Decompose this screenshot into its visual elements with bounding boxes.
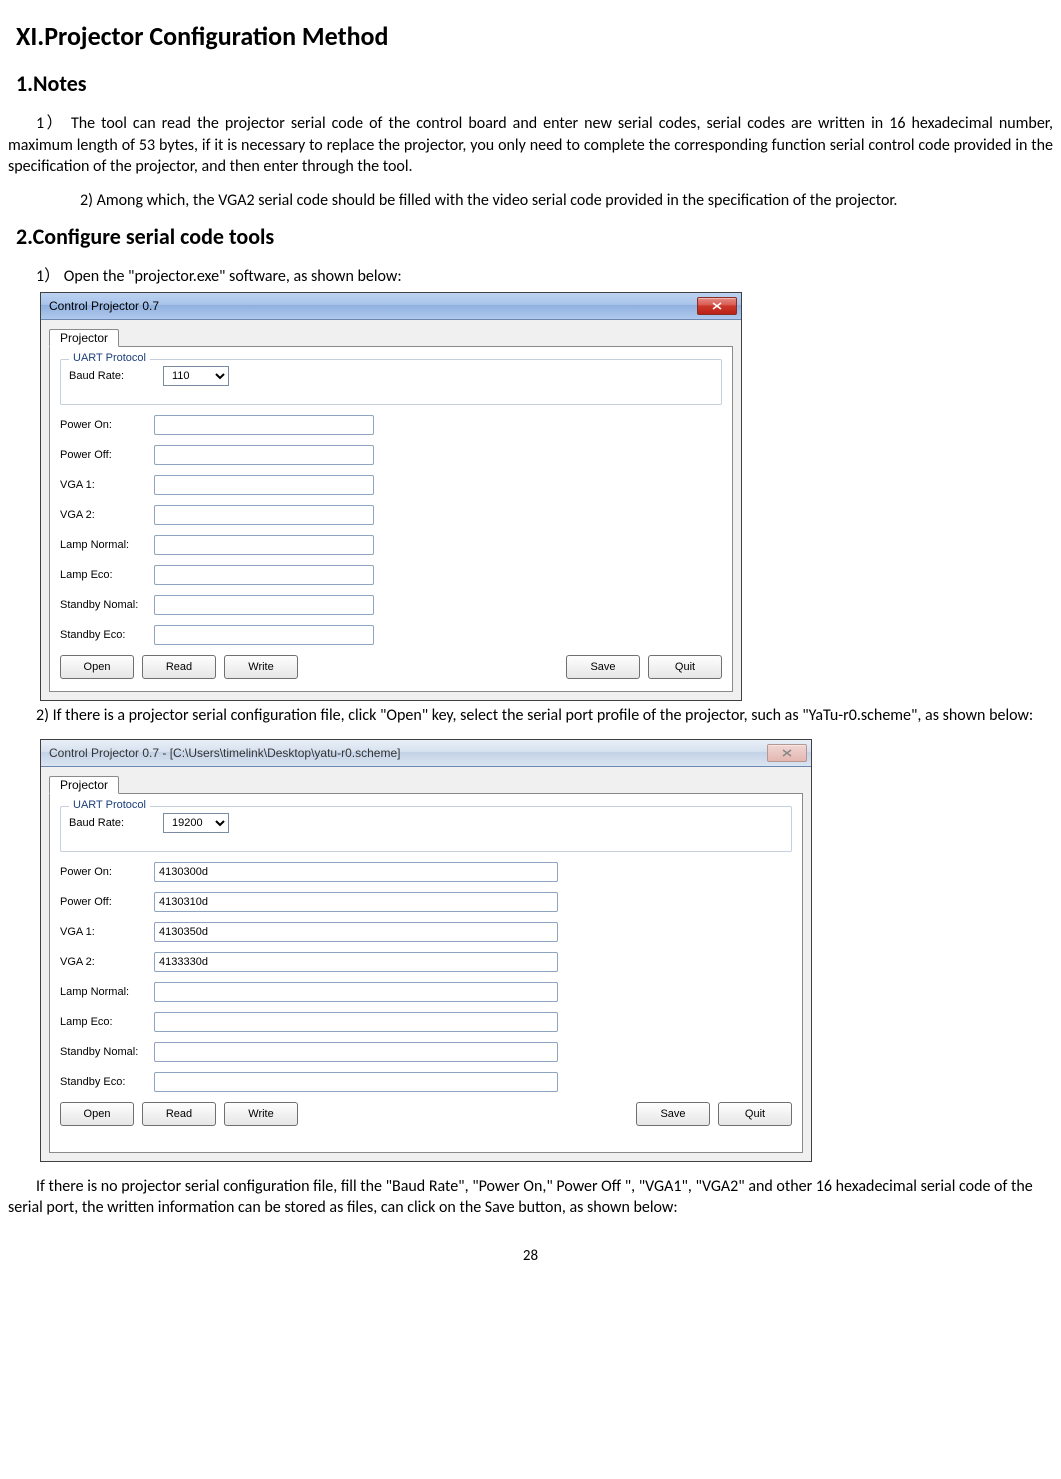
standby-normal-input[interactable] <box>154 1042 558 1062</box>
section-config-heading: 2.Configure serial code tools <box>8 223 1053 250</box>
baud-rate-select[interactable]: 19200 <box>163 813 229 833</box>
uart-group: UART Protocol Baud Rate: 110 <box>60 359 722 405</box>
standby-normal-input[interactable] <box>154 595 374 615</box>
group-title: UART Protocol <box>69 799 150 811</box>
page-title: XI.Projector Configuration Method <box>8 20 1053 52</box>
vga2-input[interactable] <box>154 952 558 972</box>
save-button[interactable]: Save <box>566 655 640 679</box>
baud-rate-label: Baud Rate: <box>69 817 163 829</box>
lamp-eco-input[interactable] <box>154 565 374 585</box>
lamp-eco-label: Lamp Eco: <box>60 1016 154 1028</box>
vga1-input[interactable] <box>154 475 374 495</box>
baud-rate-label: Baud Rate: <box>69 370 163 382</box>
window-title: Control Projector 0.7 <box>45 299 159 313</box>
vga2-label: VGA 2: <box>60 509 154 521</box>
vga1-label: VGA 1: <box>60 926 154 938</box>
window-body: Projector UART Protocol Baud Rate: 110 P… <box>41 320 741 700</box>
write-button[interactable]: Write <box>224 655 298 679</box>
uart-group: UART Protocol Baud Rate: 19200 <box>60 806 792 852</box>
read-button[interactable]: Read <box>142 655 216 679</box>
page-number: 28 <box>8 1247 1053 1265</box>
standby-eco-input[interactable] <box>154 625 374 645</box>
power-on-input[interactable] <box>154 415 374 435</box>
config-step-2: 2) If there is a projector serial config… <box>8 705 1053 727</box>
open-button[interactable]: Open <box>60 1102 134 1126</box>
power-off-input[interactable] <box>154 445 374 465</box>
tab-content: UART Protocol Baud Rate: 19200 Power On:… <box>49 794 803 1153</box>
close-button[interactable] <box>697 297 737 315</box>
titlebar: Control Projector 0.7 <box>41 293 741 320</box>
standby-eco-label: Standby Eco: <box>60 629 154 641</box>
lamp-normal-label: Lamp Normal: <box>60 539 154 551</box>
power-on-label: Power On: <box>60 419 154 431</box>
read-button[interactable]: Read <box>142 1102 216 1126</box>
group-title: UART Protocol <box>69 352 150 364</box>
tab-strip: Projector <box>49 326 733 347</box>
lamp-normal-input[interactable] <box>154 982 558 1002</box>
tab-content: UART Protocol Baud Rate: 110 Power On: P… <box>49 347 733 692</box>
baud-rate-select[interactable]: 110 <box>163 366 229 386</box>
power-on-input[interactable] <box>154 862 558 882</box>
standby-normal-label: Standby Nomal: <box>60 599 154 611</box>
button-row: Open Read Write Save Quit <box>60 655 722 679</box>
notes-paragraph-1: 1） The tool can read the projector seria… <box>8 113 1053 178</box>
section-notes-heading: 1.Notes <box>8 70 1053 97</box>
save-button[interactable]: Save <box>636 1102 710 1126</box>
window-body: Projector UART Protocol Baud Rate: 19200… <box>41 767 811 1161</box>
close-icon <box>782 749 792 757</box>
standby-eco-input[interactable] <box>154 1072 558 1092</box>
quit-button[interactable]: Quit <box>648 655 722 679</box>
quit-button[interactable]: Quit <box>718 1102 792 1126</box>
tab-projector[interactable]: Projector <box>49 776 119 794</box>
notes-paragraph-2: 2) Among which, the VGA2 serial code sho… <box>8 190 1053 212</box>
lamp-normal-input[interactable] <box>154 535 374 555</box>
titlebar: Control Projector 0.7 - [C:\Users\timeli… <box>41 740 811 767</box>
power-off-label: Power Off: <box>60 449 154 461</box>
projector-window-1: Control Projector 0.7 Projector UART Pro… <box>40 292 742 701</box>
standby-eco-label: Standby Eco: <box>60 1076 154 1088</box>
write-button[interactable]: Write <box>224 1102 298 1126</box>
vga2-label: VGA 2: <box>60 956 154 968</box>
lamp-normal-label: Lamp Normal: <box>60 986 154 998</box>
window-title: Control Projector 0.7 - [C:\Users\timeli… <box>45 746 400 760</box>
vga2-input[interactable] <box>154 505 374 525</box>
standby-normal-label: Standby Nomal: <box>60 1046 154 1058</box>
projector-window-2: Control Projector 0.7 - [C:\Users\timeli… <box>40 739 812 1162</box>
lamp-eco-label: Lamp Eco: <box>60 569 154 581</box>
close-icon <box>712 302 722 310</box>
power-off-label: Power Off: <box>60 896 154 908</box>
config-step-3: If there is no projector serial configur… <box>8 1176 1053 1219</box>
tab-projector[interactable]: Projector <box>49 329 119 347</box>
config-step-1: 1） Open the "projector.exe" software, as… <box>8 266 1053 288</box>
tab-strip: Projector <box>49 773 803 794</box>
power-off-input[interactable] <box>154 892 558 912</box>
vga1-input[interactable] <box>154 922 558 942</box>
power-on-label: Power On: <box>60 866 154 878</box>
button-row: Open Read Write Save Quit <box>60 1102 792 1126</box>
vga1-label: VGA 1: <box>60 479 154 491</box>
open-button[interactable]: Open <box>60 655 134 679</box>
lamp-eco-input[interactable] <box>154 1012 558 1032</box>
close-button[interactable] <box>767 744 807 762</box>
